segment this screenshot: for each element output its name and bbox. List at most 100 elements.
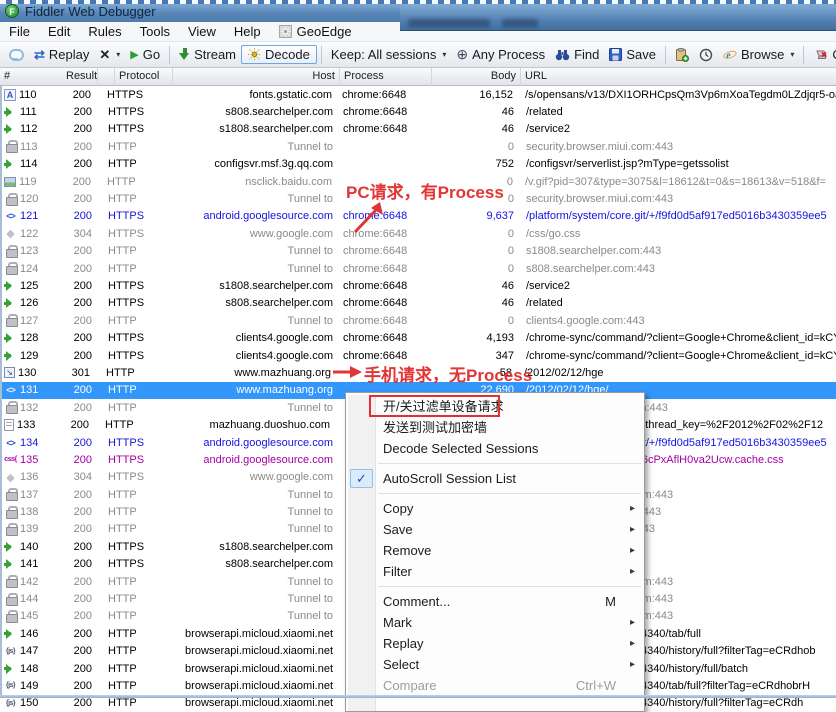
tunnel-lock-icon (4, 401, 17, 414)
geoedge-starburst-icon (279, 25, 292, 38)
session-number: 140 (20, 541, 58, 553)
session-row-125[interactable]: 125200HTTPSs1808.searchelper.comchrome:6… (0, 277, 836, 294)
session-row-122[interactable]: ◆122304HTTPSwww.google.comchrome:66480/c… (0, 225, 836, 242)
save-button[interactable]: Save (604, 45, 661, 64)
menu-file[interactable]: File (0, 22, 39, 42)
session-protocol: HTTPS (108, 123, 166, 135)
session-host: browserapi.micloud.xiaomi.net (166, 697, 333, 709)
context-menu-item-select[interactable]: Select▸ (346, 654, 644, 675)
request-sent-icon (4, 332, 17, 345)
context-menu-item-remove[interactable]: Remove▸ (346, 540, 644, 561)
column-header-result[interactable]: Result (62, 68, 100, 86)
tunnel-lock-icon (4, 593, 17, 606)
context-menu-item-send-to-test-encryption-wall[interactable]: 发送到测试加密墙 (346, 417, 644, 438)
session-protocol: HTTP (108, 141, 166, 153)
context-menu-item-label: Compare (383, 678, 436, 693)
submenu-arrow-icon: ▸ (630, 654, 635, 675)
go-button[interactable]: ▶ Go (125, 45, 165, 64)
session-process: chrome:6648 (343, 332, 425, 344)
context-menu-item-label: Save (383, 522, 413, 537)
comment-bubble-button[interactable] (4, 47, 29, 63)
context-menu-item-toggle-filter-single-device[interactable]: 开/关过滤单设备请求 (346, 396, 644, 417)
context-menu-item-mark[interactable]: Mark▸ (346, 612, 644, 633)
session-row-110[interactable]: A110200HTTPSfonts.gstatic.comchrome:6648… (0, 86, 836, 103)
context-menu-item-filter[interactable]: Filter▸ (346, 561, 644, 582)
context-menu-item-autoscroll-session-list[interactable]: ✓AutoScroll Session List (346, 468, 644, 489)
context-menu-item-save[interactable]: Save▸ (346, 519, 644, 540)
session-number: 120 (20, 193, 58, 205)
session-row-112[interactable]: 112200HTTPSs1808.searchelper.comchrome:6… (0, 121, 836, 138)
context-menu-separator (346, 489, 644, 498)
header-divider (106, 68, 115, 86)
context-menu-item-decode-selected-sessions[interactable]: Decode Selected Sessions (346, 438, 644, 459)
column-header-body[interactable]: Body (432, 68, 521, 86)
session-row-111[interactable]: 111200HTTPSs808.searchelper.comchrome:66… (0, 103, 836, 120)
remove-x-icon: ✕ (99, 47, 110, 63)
session-number: 138 (20, 506, 58, 518)
column-header-url[interactable]: URL (521, 68, 836, 86)
session-result: 200 (58, 523, 98, 535)
column-header-process[interactable]: Process (340, 68, 432, 86)
menu-tools[interactable]: Tools (131, 22, 179, 42)
session-process: chrome:6648 (343, 315, 425, 327)
menu-edit[interactable]: Edit (39, 22, 79, 42)
session-result: 200 (58, 350, 98, 362)
find-binoculars-icon (555, 49, 570, 61)
keep-sessions-dropdown[interactable]: Keep: All sessions ▾ (326, 45, 452, 64)
any-process-button[interactable]: ⊕ Any Process (451, 44, 550, 65)
session-number: 133 (17, 419, 55, 431)
replay-label: Replay (49, 47, 89, 62)
request-sent-icon (4, 558, 17, 571)
column-header-protocol[interactable]: Protocol (115, 68, 173, 86)
session-row-114[interactable]: 114200HTTPconfigsvr.msf.3g.qq.com752/con… (0, 156, 836, 173)
context-menu-item-label: AutoScroll Session List (383, 471, 516, 486)
session-row-121[interactable]: <>121200HTTPSandroid.googlesource.comchr… (0, 208, 836, 225)
session-body: 752 (425, 158, 514, 170)
decode-toggle-button[interactable]: Decode (241, 45, 317, 64)
find-button[interactable]: Find (550, 45, 604, 64)
replay-button[interactable]: ⇄ Replay (29, 45, 94, 65)
session-result: 200 (58, 593, 98, 605)
decode-sparkle-icon (248, 48, 261, 61)
session-row-124[interactable]: 124200HTTPTunnel tochrome:66480s808.sear… (0, 260, 836, 277)
browse-button[interactable]: e Browse ▾ (718, 45, 799, 64)
context-menu: 开/关过滤单设备请求发送到测试加密墙Decode Selected Sessio… (345, 392, 645, 712)
context-menu-item-copy[interactable]: Copy▸ (346, 498, 644, 519)
menu-rules[interactable]: Rules (79, 22, 130, 42)
html-code-icon: <> (4, 210, 17, 223)
session-row-127[interactable]: 127200HTTPTunnel tochrome:66480clients4.… (0, 312, 836, 329)
session-host: clients4.google.com (166, 332, 333, 344)
session-row-113[interactable]: 113200HTTPTunnel to0security.browser.miu… (0, 138, 836, 155)
screenshot-button[interactable] (670, 46, 694, 64)
session-result: 200 (58, 697, 98, 709)
context-menu-shortcut: Ctrl+W (576, 675, 616, 696)
session-row-123[interactable]: 123200HTTPTunnel tochrome:66480s1808.sea… (0, 243, 836, 260)
session-host: browserapi.micloud.xiaomi.net (166, 663, 333, 675)
menu-geoedge[interactable]: GeoEdge (270, 24, 361, 39)
session-body: 46 (425, 297, 514, 309)
session-host: www.mazhuang.org (166, 384, 333, 396)
clear-cache-button[interactable]: Clear (808, 45, 836, 64)
toolbar-separator (321, 46, 322, 64)
menu-view[interactable]: View (179, 22, 225, 42)
column-header-host[interactable]: Host (173, 68, 340, 86)
context-menu-shortcut: M (605, 591, 616, 612)
session-body: 0 (425, 263, 514, 275)
context-menu-item-comment[interactable]: Comment...M (346, 591, 644, 612)
context-menu-item-replay[interactable]: Replay▸ (346, 633, 644, 654)
session-host: fonts.gstatic.com (165, 89, 332, 101)
session-host: Tunnel to (166, 489, 333, 501)
session-number: 134 (20, 437, 58, 449)
session-host: browserapi.micloud.xiaomi.net (166, 628, 333, 640)
json-icon: {js} (4, 679, 17, 692)
stream-button[interactable]: Stream (174, 45, 241, 64)
session-host: android.googlesource.com (166, 210, 333, 222)
submenu-arrow-icon: ▸ (630, 612, 635, 633)
timer-button[interactable] (694, 46, 718, 64)
session-row-128[interactable]: 128200HTTPSclients4.google.comchrome:664… (0, 329, 836, 346)
session-result: 200 (58, 645, 98, 657)
menu-help[interactable]: Help (225, 22, 270, 42)
session-host: android.googlesource.com (166, 454, 333, 466)
session-row-126[interactable]: 126200HTTPSs808.searchelper.comchrome:66… (0, 295, 836, 312)
remove-sessions-button[interactable]: ✕▾ (94, 45, 125, 65)
